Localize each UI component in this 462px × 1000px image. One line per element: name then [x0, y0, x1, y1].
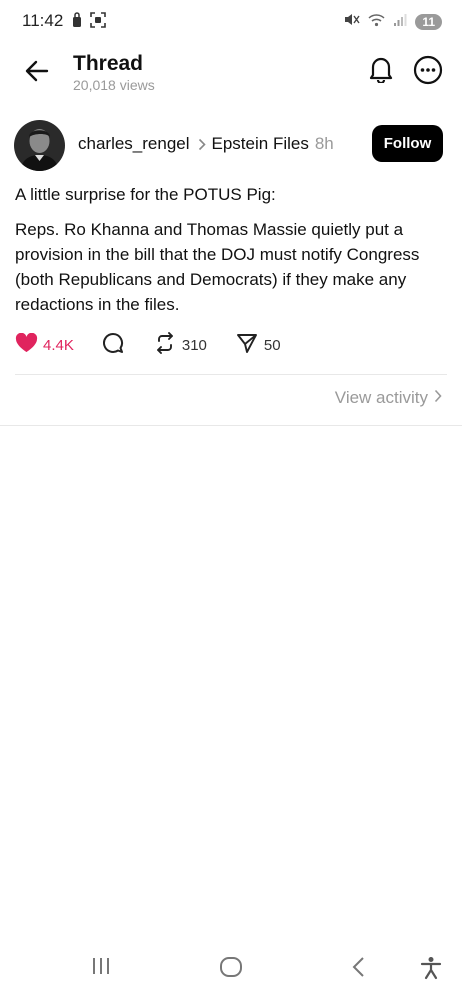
accessibility-button[interactable] [420, 956, 442, 985]
views-count: 20,018 views [73, 77, 155, 93]
repost-icon [154, 332, 176, 358]
like-count: 4.4K [43, 336, 74, 354]
more-options-button[interactable] [412, 55, 444, 90]
status-time: 11:42 [22, 11, 64, 30]
system-nav-bar [0, 942, 462, 1000]
follow-button[interactable]: Follow [372, 125, 443, 162]
status-left-icons [72, 12, 106, 33]
home-icon [219, 956, 243, 983]
author-line: charles_rengel Epstein Files 8h [78, 134, 334, 154]
screenshot-icon [90, 12, 106, 33]
view-activity-link[interactable]: View activity [335, 388, 442, 408]
accessibility-icon [420, 956, 442, 985]
post-body: A little surprise for the POTUS Pig: Rep… [15, 182, 445, 317]
divider [15, 374, 447, 375]
repost-button[interactable]: 310 [154, 332, 207, 358]
lock-icon [72, 12, 82, 33]
reply-button[interactable] [102, 332, 124, 358]
share-count: 50 [263, 336, 281, 354]
home-button[interactable] [219, 956, 243, 983]
view-activity-label: View activity [334, 388, 428, 407]
status-right: 11 [344, 12, 442, 32]
more-icon [413, 55, 443, 90]
post-text-line-2: Reps. Ro Khanna and Thomas Massie quietl… [15, 220, 420, 314]
post-text-line-1: A little surprise for the POTUS Pig: [15, 185, 276, 204]
chevron-right-icon [198, 138, 206, 151]
mute-icon [344, 12, 360, 32]
bell-icon [368, 55, 394, 88]
divider [0, 425, 462, 426]
signal-icon [393, 13, 407, 32]
send-icon [236, 333, 258, 358]
back-icon [350, 956, 366, 983]
post-actions: 4.4K 310 50 [15, 332, 281, 358]
status-bar: 11:42 11 [0, 0, 462, 44]
avatar[interactable] [14, 120, 65, 171]
chevron-right-icon [434, 388, 442, 408]
back-button[interactable] [22, 58, 52, 88]
header: Thread 20,018 views [0, 44, 462, 106]
recents-icon [90, 956, 112, 981]
notifications-button[interactable] [366, 56, 396, 86]
wifi-icon [368, 13, 385, 32]
system-back-button[interactable] [350, 956, 366, 983]
page-title: Thread [73, 52, 144, 75]
comment-icon [102, 332, 124, 358]
share-button[interactable]: 50 [236, 333, 281, 358]
back-arrow-icon [25, 60, 49, 87]
recents-button[interactable] [90, 956, 112, 981]
battery-badge: 11 [415, 14, 442, 30]
like-button[interactable]: 4.4K [15, 332, 74, 357]
community-link[interactable]: Epstein Files [212, 134, 309, 154]
author-name[interactable]: charles_rengel [78, 134, 190, 154]
repost-count: 310 [181, 336, 207, 354]
post-time: 8h [314, 134, 334, 153]
heart-icon [15, 332, 38, 357]
